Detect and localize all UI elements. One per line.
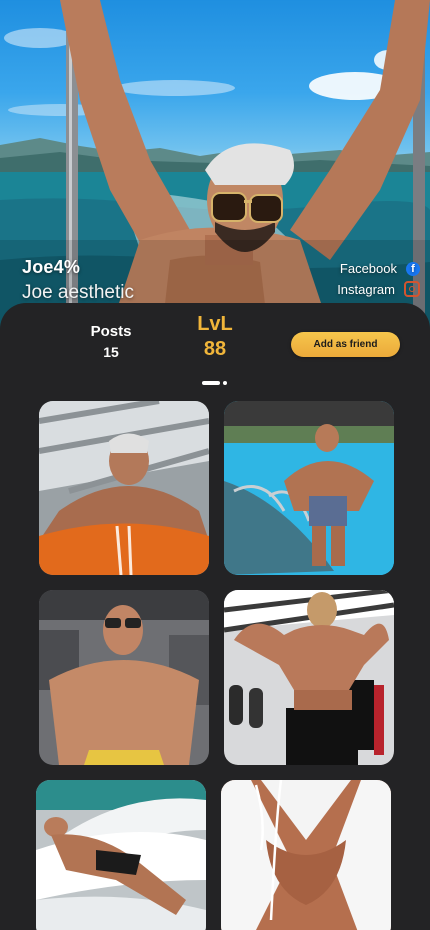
gallery-photo-3-image xyxy=(39,590,209,765)
level-stat: LvL 88 xyxy=(180,313,250,361)
hero-photo: Joe4% Joe aesthetic Facebook f Instagram xyxy=(0,0,430,330)
page-indicator-dot[interactable] xyxy=(223,381,227,385)
profile-screen: Joe4% Joe aesthetic Facebook f Instagram… xyxy=(0,0,430,930)
gallery-photo-4-image xyxy=(224,590,394,765)
posts-label: Posts xyxy=(90,323,132,340)
add-friend-button[interactable]: Add as friend xyxy=(291,332,400,357)
gallery-photo-5-image xyxy=(36,780,206,930)
facebook-link[interactable]: Facebook f xyxy=(340,261,420,276)
profile-panel: Posts 15 LvL 88 Add as friend xyxy=(0,303,430,930)
profile-identity: Joe4% Joe aesthetic xyxy=(22,257,134,304)
gallery-photo-1[interactable] xyxy=(39,401,209,575)
level-label: LvL xyxy=(197,313,233,335)
level-value: 88 xyxy=(203,338,227,360)
posts-stat: Posts 15 xyxy=(66,323,156,360)
gallery-photo-5[interactable] xyxy=(36,780,206,930)
gallery-photo-6[interactable] xyxy=(221,780,391,930)
gallery-photo-6-image xyxy=(221,780,391,930)
gallery-photo-3[interactable] xyxy=(39,590,209,765)
gallery-photo-2-image xyxy=(224,401,394,575)
instagram-icon xyxy=(404,281,420,297)
instagram-link[interactable]: Instagram xyxy=(337,281,420,297)
gallery-photo-2[interactable] xyxy=(224,401,394,575)
username: Joe4% xyxy=(22,257,81,277)
display-name: Joe aesthetic xyxy=(22,282,134,303)
gallery-photo-4[interactable] xyxy=(224,590,394,765)
instagram-label: Instagram xyxy=(337,281,395,297)
facebook-label: Facebook xyxy=(339,261,397,276)
page-indicator-active[interactable] xyxy=(202,381,220,385)
page-indicator xyxy=(202,381,227,385)
gallery-photo-1-image xyxy=(39,401,209,575)
facebook-icon: f xyxy=(406,261,420,276)
posts-count: 15 xyxy=(103,344,119,360)
